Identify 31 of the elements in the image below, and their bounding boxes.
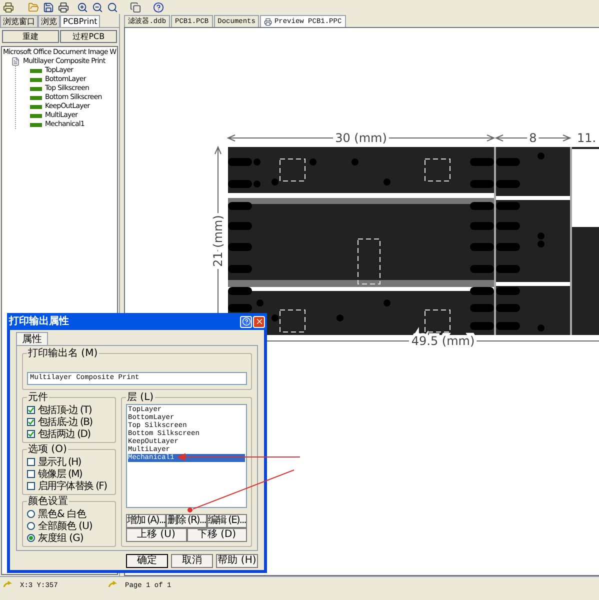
dimension-label: 21 (mm) [211,215,226,267]
panel-tab[interactable]: 浏览 [38,15,60,27]
radio-label: 灰度组 (G) [38,532,84,544]
group-title: 选项 (O) [27,444,68,455]
dialog-button[interactable]: 帮助 (H) [216,554,258,568]
dialog-title: 打印输出属性 [9,316,70,328]
panel-tab[interactable]: PCBPrint [60,15,100,27]
panel-button[interactable]: 过程PCB [60,30,118,43]
checkbox-label: 启用字体替换 (F) [38,480,107,492]
dialog-button[interactable]: 下移 (D) [186,528,247,542]
dialog-button[interactable]: 增加 (A)... [126,514,166,528]
checkbox-label: 包括底-边 (B) [38,416,92,428]
dialog-button[interactable]: 上移 (U) [126,528,186,542]
panel-button[interactable]: 重建 [2,30,60,43]
checkbox-label: 镜像层 (M) [38,468,82,480]
checkbox-label: 包括顶-边 (T) [38,404,92,416]
radio-label: 黑色& 白色 [38,508,86,520]
properties-tab[interactable]: 属性 [16,332,48,345]
panel-tab[interactable]: 浏览窗口 [0,15,38,27]
radio-label: 全部颜色 (U) [38,520,92,532]
checkbox-label: 显示孔 (H) [38,456,81,468]
dialog-button[interactable]: 确定 [126,554,168,568]
group-title: 元件 [27,392,49,403]
dimension-label: 11. [577,131,596,145]
dialog-button[interactable]: 编辑 (E)... [206,514,247,528]
checkbox-label: 包括两边 (D) [38,428,90,440]
group-title: 层 (L) [126,392,155,403]
group-title: 打印输出名 (M) [27,348,99,359]
dialog-button[interactable]: 删除 (R)... [166,514,207,528]
group-title: 颜色设置 [27,496,69,507]
dialog-button[interactable]: 取消 [171,554,213,568]
